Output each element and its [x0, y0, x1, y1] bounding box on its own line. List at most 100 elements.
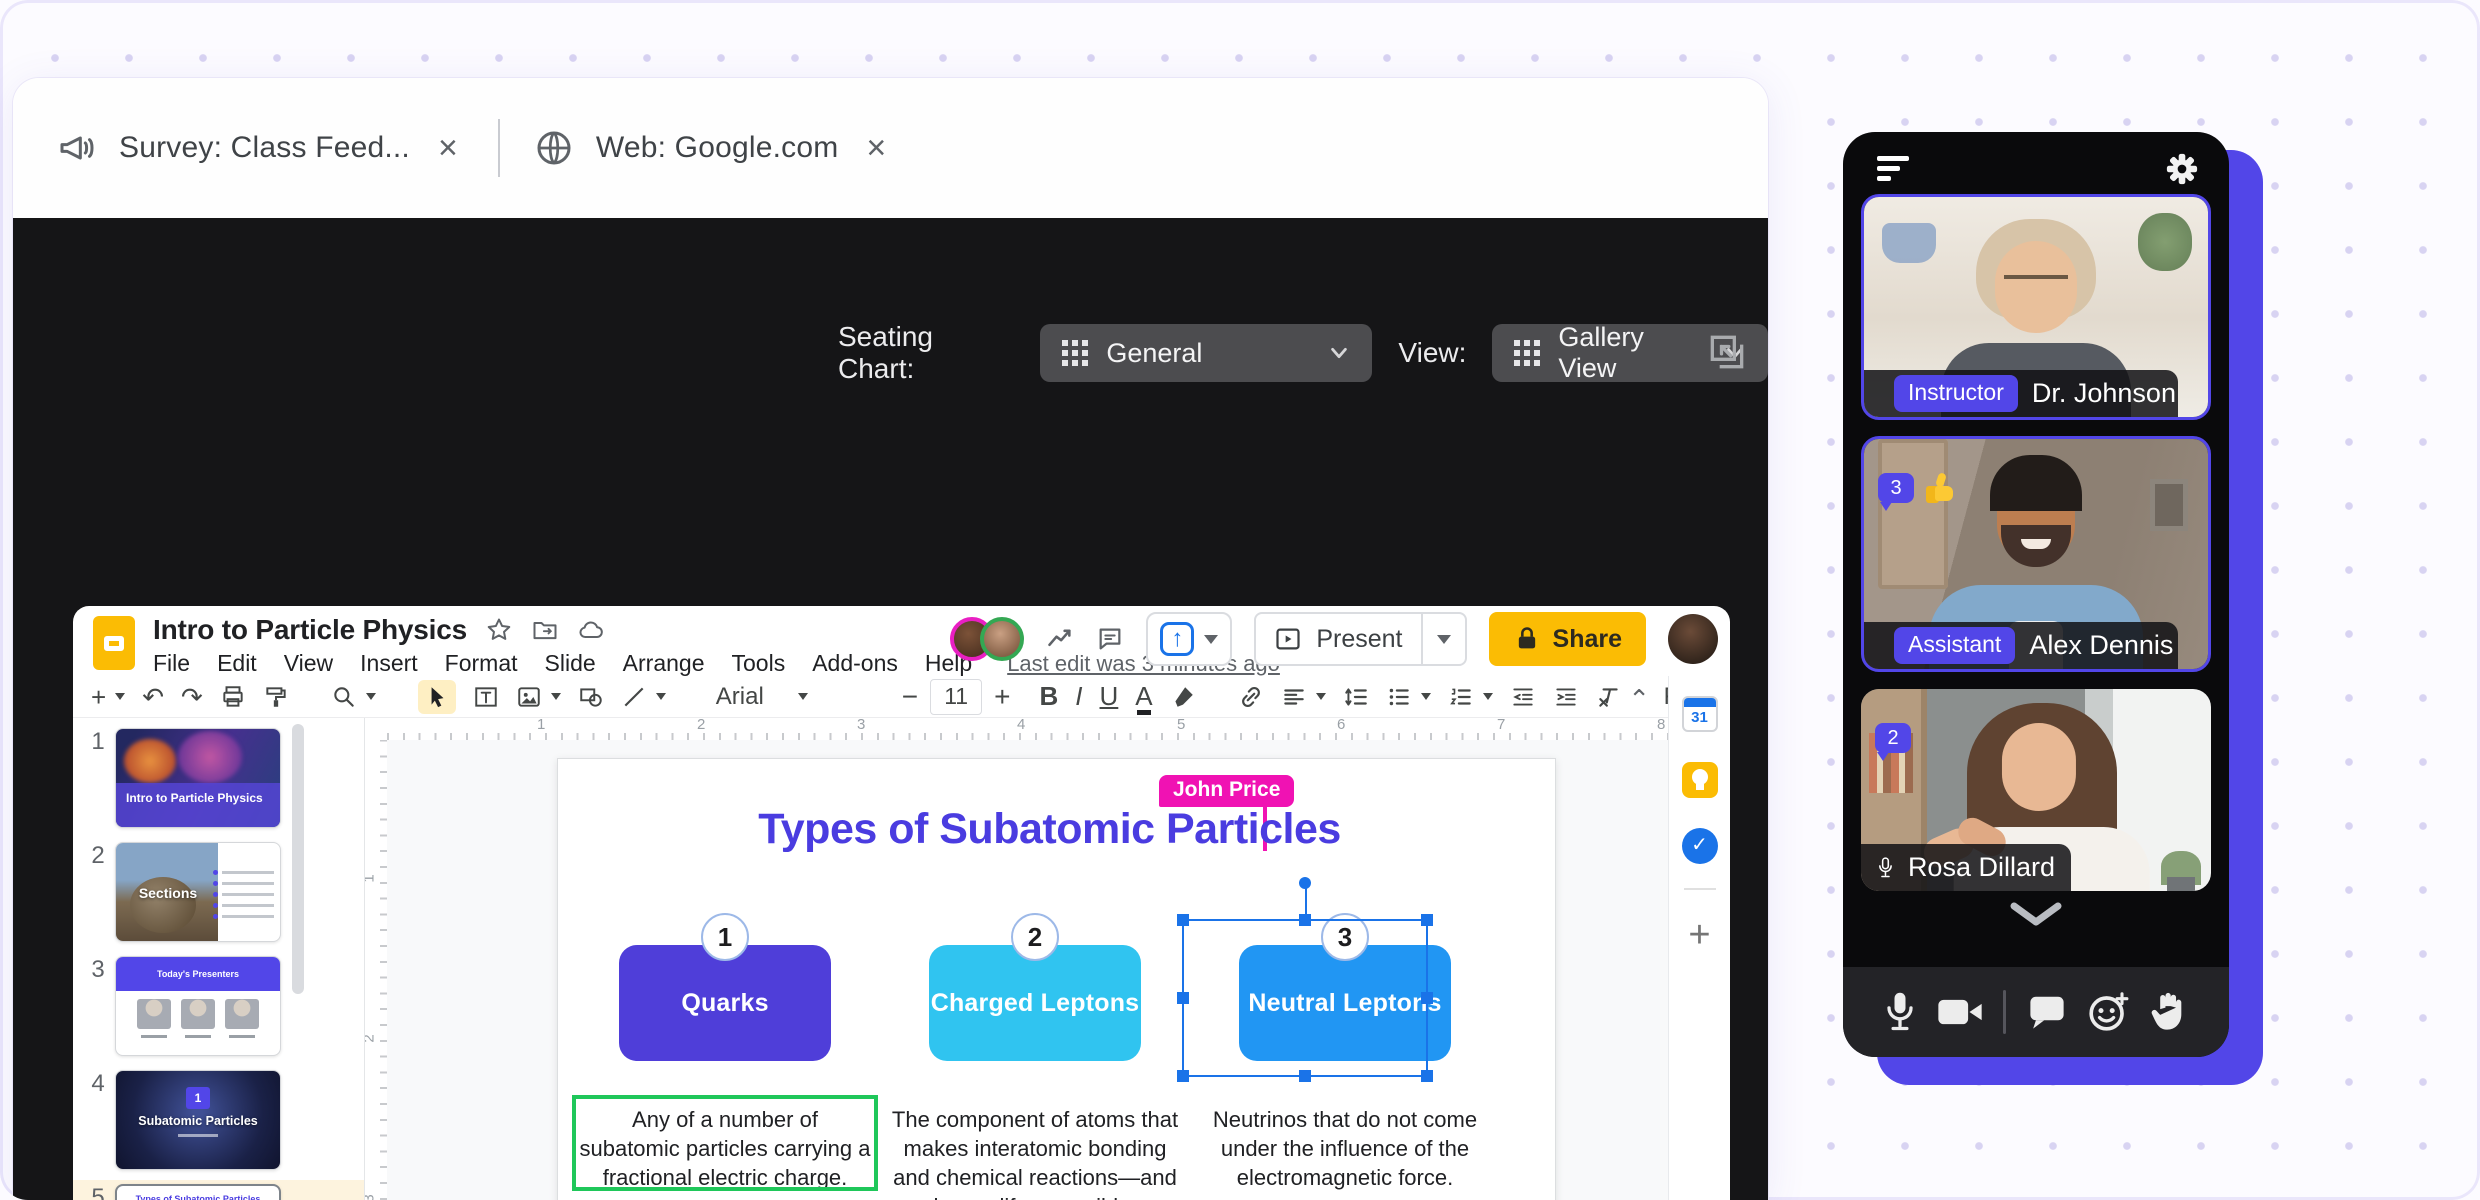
card-number-circle[interactable]: 1 [701, 913, 749, 961]
resize-handle[interactable] [1299, 914, 1311, 926]
resize-handle[interactable] [1421, 914, 1433, 926]
mic-icon[interactable] [1877, 852, 1894, 884]
font-size-increase[interactable]: + [982, 681, 1022, 713]
filmstrip-scrollbar[interactable] [292, 724, 304, 994]
insert-link-button[interactable] [1238, 684, 1264, 710]
zoom-button[interactable] [331, 684, 357, 710]
keep-icon[interactable] [1682, 762, 1718, 798]
emoji-icon[interactable] [2087, 991, 2129, 1033]
card-quarks[interactable]: Quarks [619, 945, 831, 1061]
menu-format[interactable]: Format [445, 650, 518, 677]
present-to-meeting-button[interactable]: ↑ [1146, 612, 1232, 666]
calendar-icon[interactable] [1682, 696, 1718, 732]
menu-arrange[interactable]: Arrange [623, 650, 705, 677]
slide-title[interactable]: Types of Subatomic Particles [558, 805, 1541, 854]
chevron-down-icon[interactable] [551, 693, 561, 700]
tasks-icon[interactable] [1682, 828, 1718, 864]
underline-button[interactable]: U [1100, 681, 1119, 712]
card-description[interactable]: The component of atoms that makes intera… [889, 1105, 1181, 1200]
card-number-circle[interactable]: 3 [1321, 913, 1369, 961]
tab-survey-close-icon[interactable]: × [432, 131, 464, 165]
numbered-list-button[interactable] [1448, 684, 1474, 710]
resize-icon[interactable] [1705, 330, 1749, 374]
card-description[interactable]: Neutrinos that do not come under the inf… [1199, 1105, 1491, 1192]
gear-icon[interactable] [2165, 152, 2199, 186]
resize-handle[interactable] [1177, 914, 1189, 926]
cloud-status-icon[interactable] [577, 616, 605, 644]
paint-format-button[interactable] [263, 684, 289, 710]
tab-web[interactable]: Web: Google.com × [534, 128, 892, 168]
menu-slide[interactable]: Slide [545, 650, 596, 677]
bold-button[interactable]: B [1040, 681, 1059, 712]
slide-3-thumbnail[interactable]: Today's Presenters [115, 956, 281, 1056]
font-size-decrease[interactable]: − [890, 681, 930, 713]
increase-indent-button[interactable] [1553, 684, 1579, 710]
collaborator-avatar[interactable] [980, 617, 1024, 661]
filmstrip-slide-3[interactable]: 3 Today's Presenters [73, 952, 364, 1066]
font-family-select[interactable]: Arial [708, 683, 848, 711]
card-charged-leptons[interactable]: Charged Leptons [929, 945, 1141, 1061]
sort-icon[interactable] [1877, 156, 1909, 186]
comment-icon[interactable] [1096, 625, 1124, 653]
insert-line-tool[interactable] [621, 684, 647, 710]
card-number-circle[interactable]: 2 [1011, 913, 1059, 961]
rotate-handle[interactable] [1299, 877, 1311, 889]
redo-button[interactable]: ↷ [181, 684, 203, 710]
collapse-toolbar-icon[interactable]: ⌃ [1628, 684, 1650, 715]
tab-web-close-icon[interactable]: × [860, 131, 892, 165]
clear-formatting-button[interactable] [1596, 684, 1622, 710]
highlight-button[interactable] [1170, 684, 1196, 710]
decrease-indent-button[interactable] [1510, 684, 1536, 710]
filmstrip-slide-4[interactable]: 4 1 Subatomic Particles [73, 1066, 364, 1180]
slide-2-thumbnail[interactable]: Sections [115, 842, 281, 942]
insert-shape-tool[interactable] [578, 684, 604, 710]
camera-icon[interactable] [1937, 995, 1983, 1029]
participant-tile-dr-johnson[interactable]: Instructor Dr. Johnson [1861, 194, 2211, 420]
star-icon[interactable] [485, 616, 513, 644]
move-folder-icon[interactable] [531, 616, 559, 644]
participant-tile-alex-dennis[interactable]: 3 Assistant Alex Dennis [1861, 436, 2211, 672]
card-description[interactable]: Any of a number of subatomic particles c… [579, 1105, 871, 1192]
tab-survey[interactable]: Survey: Class Feed... × [57, 128, 464, 168]
new-slide-button[interactable]: + [91, 684, 106, 710]
text-color-button[interactable]: A [1135, 681, 1152, 712]
undo-button[interactable]: ↶ [142, 684, 164, 710]
resize-handle[interactable] [1177, 1070, 1189, 1082]
chat-count-badge[interactable]: 3 [1878, 473, 1914, 503]
resize-handle[interactable] [1421, 1070, 1433, 1082]
present-button[interactable]: Present [1254, 612, 1466, 666]
current-slide[interactable]: John Price Types of Subatomic Particles … [557, 758, 1556, 1200]
align-button[interactable] [1281, 684, 1307, 710]
chevron-down-icon[interactable] [366, 693, 376, 700]
chevron-down-icon[interactable] [1483, 693, 1493, 700]
menu-file[interactable]: File [153, 650, 190, 677]
print-button[interactable] [220, 684, 246, 710]
user-avatar[interactable] [1668, 614, 1718, 664]
mic-icon[interactable] [1883, 990, 1917, 1034]
italic-button[interactable]: I [1075, 681, 1082, 712]
chat-icon[interactable] [2027, 994, 2067, 1030]
filmstrip-slide-5-selected[interactable]: 5 Types of Subatomic Particles [73, 1180, 364, 1200]
seating-chart-dropdown[interactable]: General [1040, 324, 1372, 382]
slide-1-thumbnail[interactable]: Intro to Particle Physics [115, 728, 281, 828]
menu-tools[interactable]: Tools [732, 650, 786, 677]
resize-handle[interactable] [1177, 992, 1189, 1004]
text-box-tool[interactable] [473, 684, 499, 710]
resize-handle[interactable] [1299, 1070, 1311, 1082]
slide-5-thumbnail[interactable]: Types of Subatomic Particles [115, 1184, 281, 1200]
present-options-caret[interactable] [1421, 614, 1465, 664]
document-title[interactable]: Intro to Particle Physics [153, 614, 467, 646]
font-size-value[interactable]: 11 [930, 679, 982, 715]
filmstrip-slide-2[interactable]: 2 Sections [73, 838, 364, 952]
menu-insert[interactable]: Insert [360, 650, 418, 677]
chat-count-badge[interactable]: 2 [1875, 723, 1911, 753]
line-spacing-button[interactable] [1343, 684, 1369, 710]
chevron-down-icon[interactable] [1316, 693, 1326, 700]
menu-addons[interactable]: Add-ons [812, 650, 898, 677]
select-tool-active[interactable] [418, 680, 456, 714]
card-neutral-leptons[interactable]: Neutral Leptons [1239, 945, 1451, 1061]
menu-edit[interactable]: Edit [217, 650, 257, 677]
activity-trend-icon[interactable] [1046, 625, 1074, 653]
chevron-down-icon[interactable] [115, 693, 125, 700]
insert-image-tool[interactable] [516, 684, 542, 710]
